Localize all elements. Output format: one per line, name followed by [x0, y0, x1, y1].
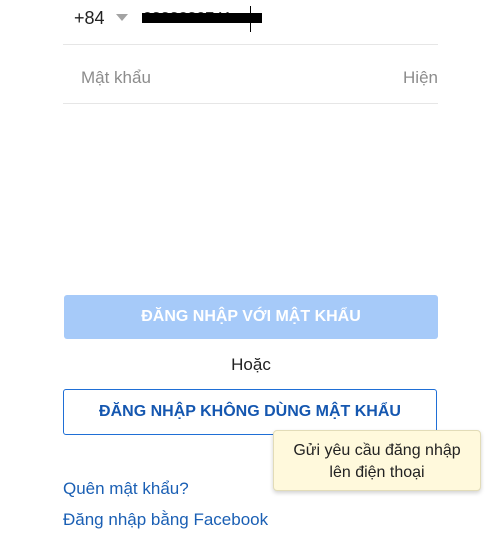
password-field: Hiện [63, 44, 438, 104]
redaction-bar [142, 13, 262, 23]
or-separator: Hoặc [231, 355, 271, 374]
tooltip-line-1: Gửi yêu cầu đăng nhập [293, 442, 461, 459]
show-password-toggle[interactable]: Hiện [403, 68, 438, 88]
login-with-password-button[interactable]: ĐĂNG NHẬP VỚI MẬT KHẨU [64, 295, 438, 339]
country-code-selector[interactable]: +84 [74, 8, 105, 29]
chevron-down-icon[interactable] [116, 14, 128, 21]
login-form: +84 Hiện ĐĂNG NHẬP VỚI MẬT KHẨU Hoặc ĐĂN… [0, 0, 504, 543]
phone-field: +84 [63, 0, 438, 45]
login-without-password-button[interactable]: ĐĂNG NHẬP KHÔNG DÙNG MẬT KHẨU [63, 389, 437, 435]
tooltip: Gửi yêu cầu đăng nhập lên điện thoại [273, 430, 481, 491]
tooltip-line-2: lên điện thoại [329, 464, 425, 481]
text-cursor [250, 6, 251, 32]
password-input[interactable] [81, 66, 361, 90]
forgot-password-link[interactable]: Quên mật khẩu? [63, 479, 189, 499]
facebook-login-link[interactable]: Đăng nhập bằng Facebook [63, 510, 268, 530]
